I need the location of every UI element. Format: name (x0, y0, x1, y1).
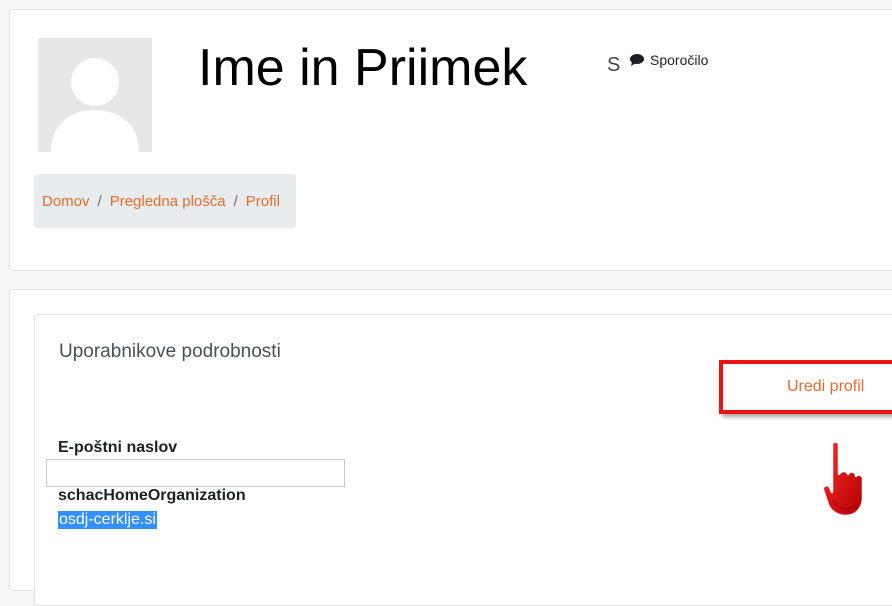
breadcrumb-item-home[interactable]: Domov (42, 193, 90, 210)
message-button[interactable]: Sporočilo (630, 52, 708, 68)
user-placeholder-icon (38, 38, 152, 152)
comment-icon (630, 54, 644, 66)
section-title: Uporabnikove podrobnosti (59, 341, 281, 362)
profile-name-trail: S (607, 54, 621, 76)
breadcrumb: Domov / Pregledna plošča / Profil (34, 174, 296, 228)
email-label: E-poštni naslov (58, 439, 178, 456)
highlight-box (719, 360, 892, 414)
breadcrumb-item-profile[interactable]: Profil (246, 193, 280, 210)
user-details-outer-card: Uporabnikove podrobnosti Uredi profil E-… (9, 289, 892, 606)
email-value (46, 459, 345, 487)
org-label: schacHomeOrganization (58, 487, 246, 504)
breadcrumb-separator: / (233, 192, 238, 210)
user-details-card: Uporabnikove podrobnosti Uredi profil E-… (34, 314, 892, 606)
message-label: Sporočilo (650, 52, 709, 68)
breadcrumb-separator: / (97, 192, 102, 210)
breadcrumb-item-dashboard[interactable]: Pregledna plošča (110, 193, 226, 210)
pointing-hand-icon (821, 440, 865, 518)
org-value: osdj-cerklje.si (58, 511, 157, 529)
avatar (38, 38, 152, 152)
profile-header-card: Ime in Priimek S Sporočilo Domov / Pregl… (9, 9, 892, 271)
profile-name: Ime in Priimek (198, 39, 528, 97)
